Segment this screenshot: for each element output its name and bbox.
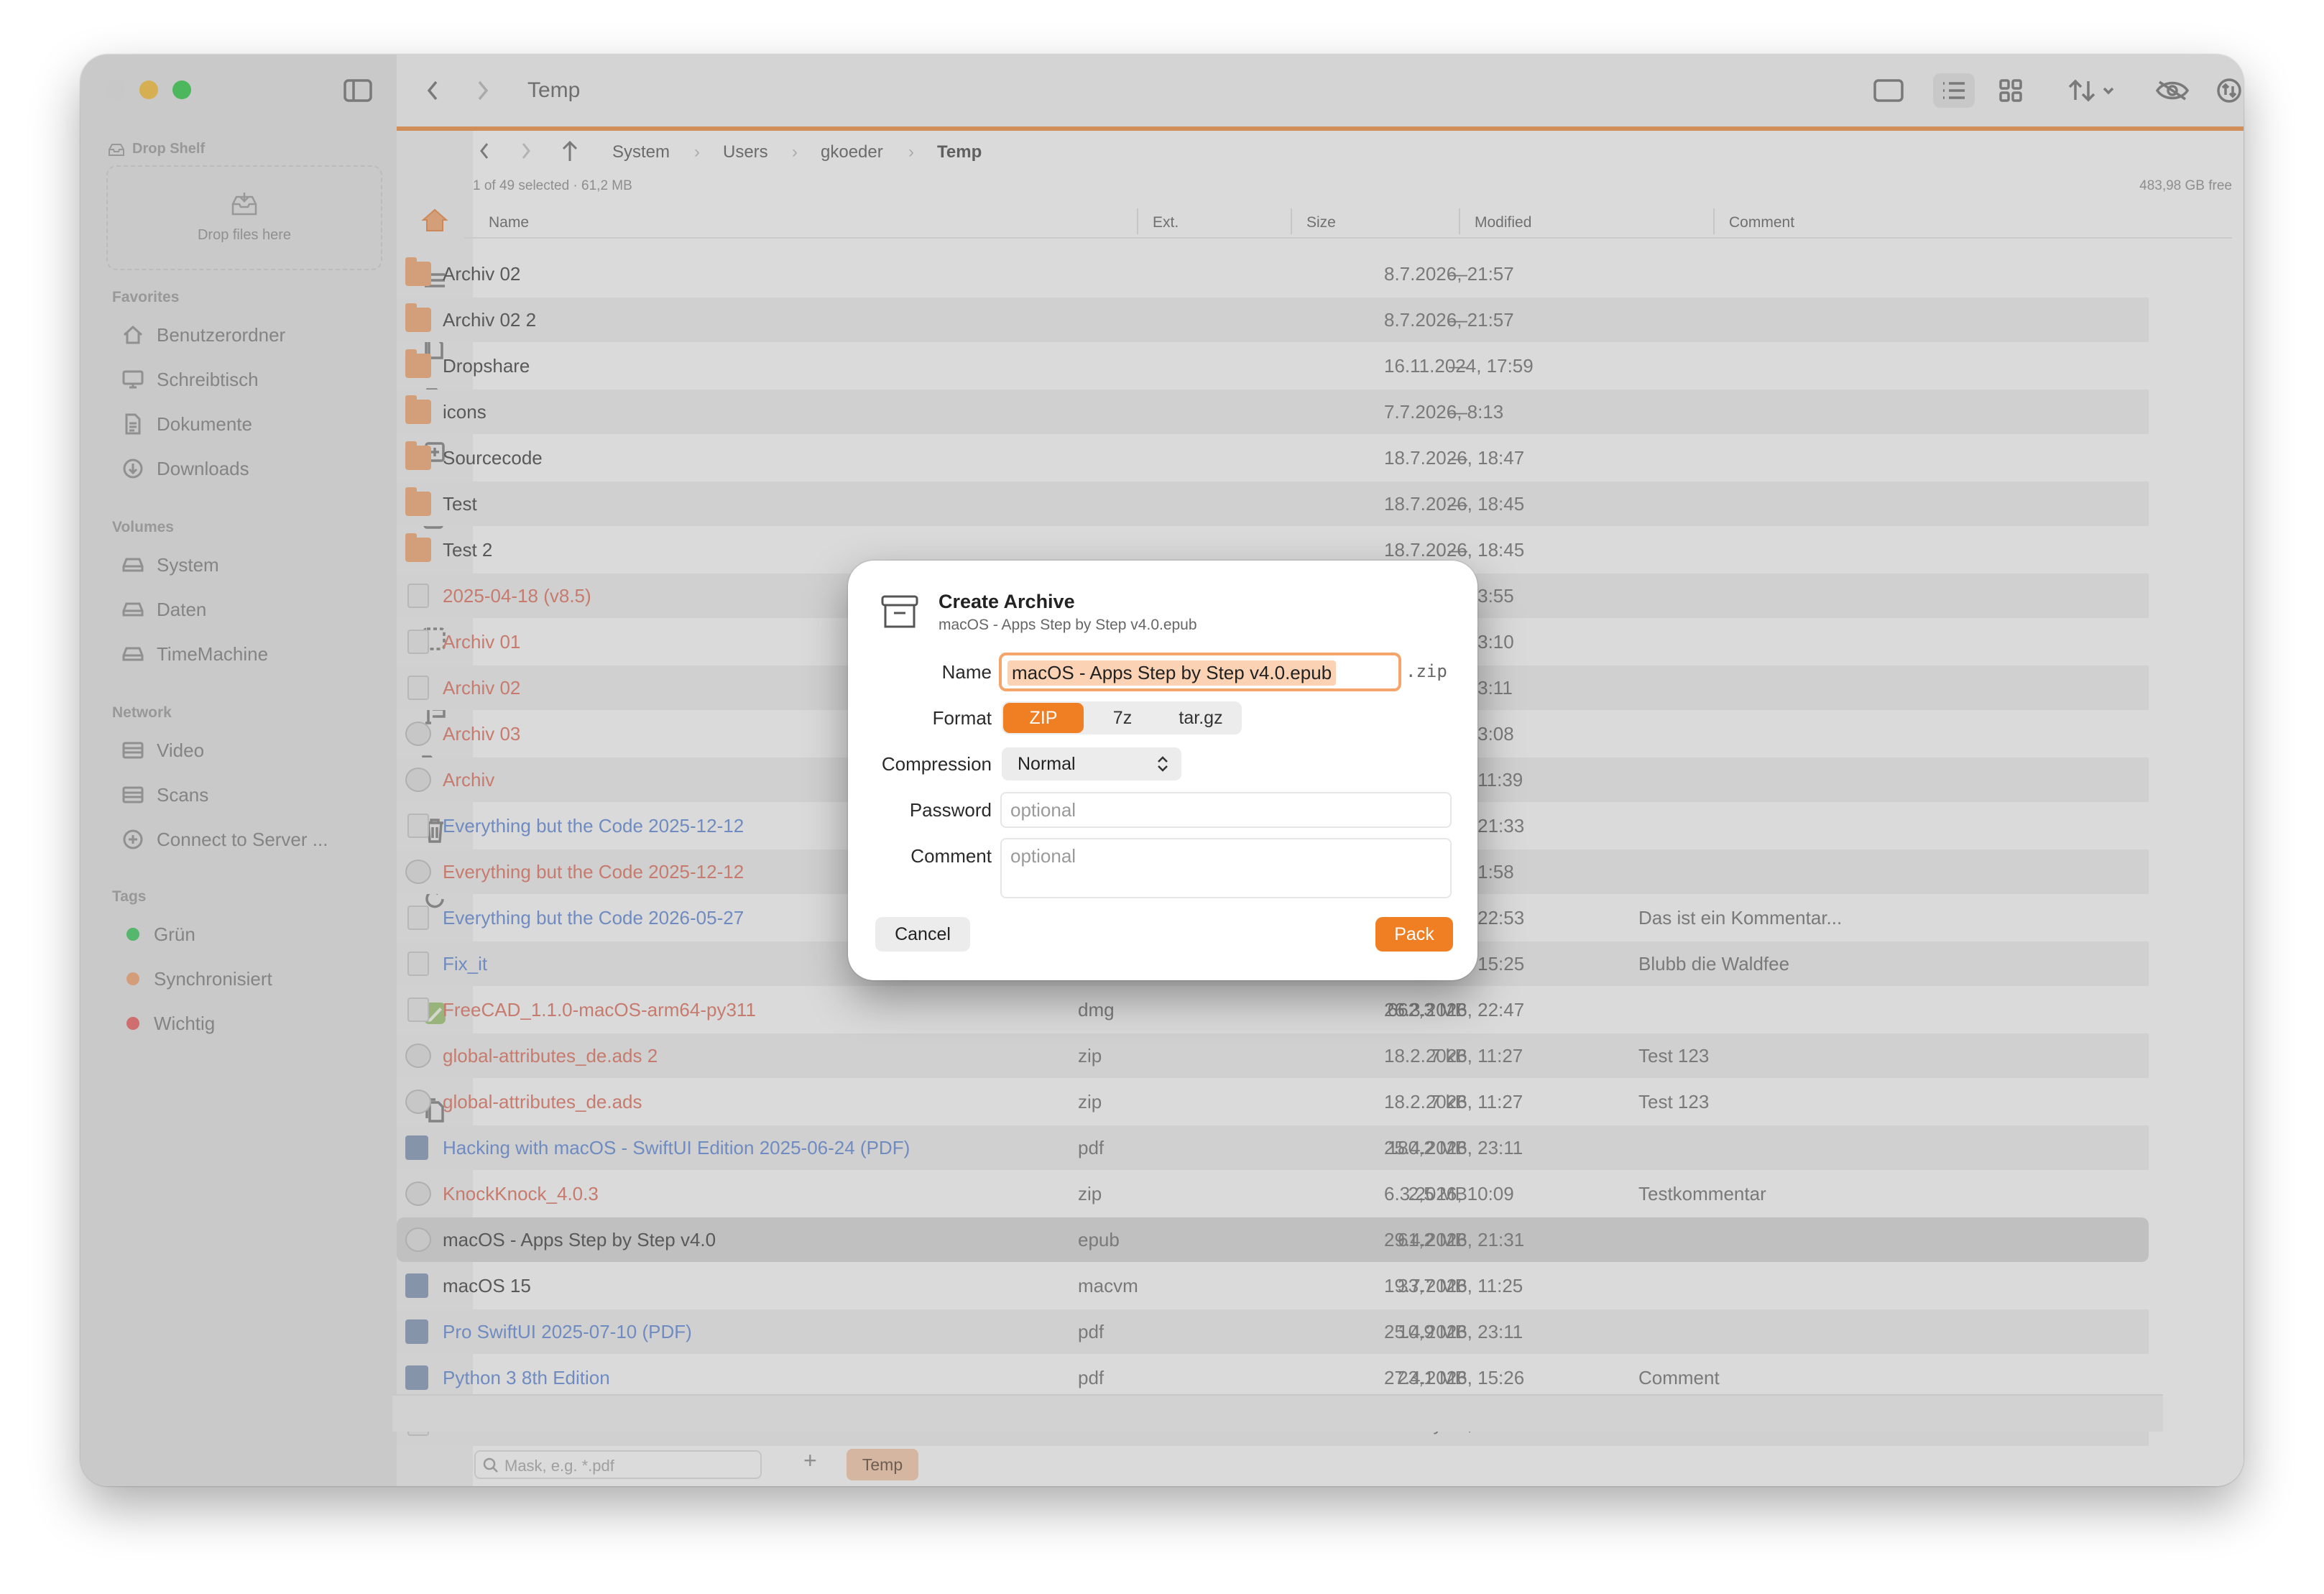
format-label: Format	[932, 707, 992, 729]
compression-select[interactable]: Normal	[1002, 747, 1181, 780]
format-option-7z[interactable]: 7z	[1085, 703, 1160, 733]
compression-label: Compression	[881, 753, 992, 775]
archive-name-value: macOS - Apps Step by Step v4.0.epub	[1007, 660, 1337, 686]
password-field[interactable]: optional	[1000, 792, 1452, 828]
comment-field[interactable]: optional	[1000, 838, 1452, 898]
archive-name-input[interactable]: macOS - Apps Step by Step v4.0.epub	[999, 653, 1401, 691]
chevron-updown-icon	[1158, 756, 1168, 772]
dialog-subtitle: macOS - Apps Step by Step v4.0.epub	[939, 617, 1197, 633]
pack-button[interactable]: Pack	[1375, 917, 1453, 952]
password-placeholder: optional	[1010, 799, 1076, 821]
dialog-title: Create Archive	[939, 591, 1075, 612]
archive-extension-suffix: .zip	[1406, 661, 1447, 681]
comment-label: Comment	[910, 845, 992, 867]
cancel-button[interactable]: Cancel	[875, 917, 970, 952]
password-label: Password	[909, 799, 992, 821]
name-label: Name	[941, 661, 992, 683]
comment-placeholder: optional	[1010, 845, 1076, 867]
format-option-targz[interactable]: tar.gz	[1161, 703, 1240, 733]
format-segmented-control: ZIP 7z tar.gz	[1002, 701, 1242, 734]
compression-value: Normal	[1018, 754, 1076, 774]
create-archive-dialog: Create Archive macOS - Apps Step by Step…	[848, 561, 1477, 980]
format-option-zip[interactable]: ZIP	[1003, 703, 1084, 733]
archive-box-icon	[881, 595, 918, 628]
